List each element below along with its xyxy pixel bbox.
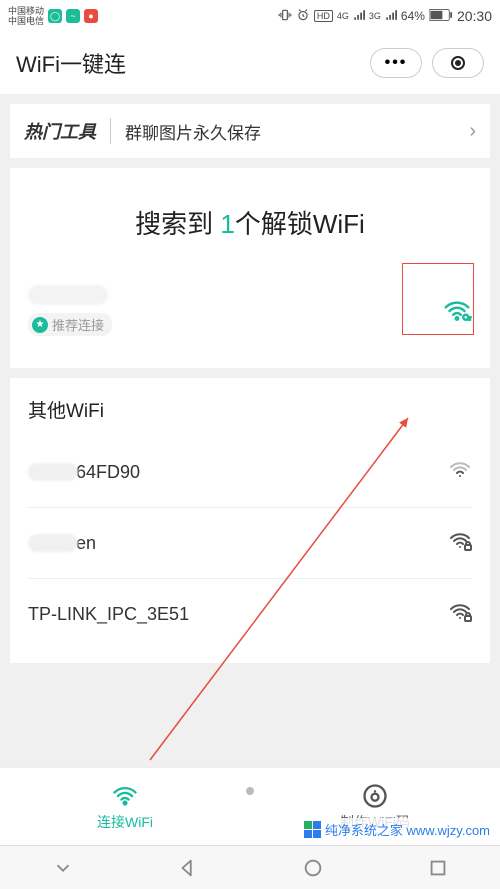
status-right: HD 4G 3G 64% 20:30 [278,8,492,25]
signal-1-icon [353,9,365,24]
carrier-labels: 中国移动 中国电信 [8,6,44,26]
promo-label: 热门工具 [24,118,111,144]
chevron-right-icon: › [469,120,476,143]
system-nav-bar [0,845,500,889]
nav-home-button[interactable] [302,857,324,879]
nav-back-button[interactable] [177,857,199,879]
header-actions: ••• [370,48,484,78]
page-indicator-dot [246,787,254,795]
more-icon: ••• [385,54,408,72]
status-left: 中国移动 中国电信 ◯ ~ ● [8,6,98,26]
battery-icon [429,9,453,24]
app-badge-3-icon: ● [84,9,98,23]
wifi-icon [109,782,141,810]
unlocked-wifi-item[interactable]: ★ 推荐连接 [28,281,472,350]
wifi-locked-icon [448,600,472,629]
divider [28,578,472,579]
tab-label: 连接WiFi [97,812,153,832]
other-wifi-card: 其他WiFi 64FD90 en TP-LINK_IPC_3E51 [10,378,490,663]
title-prefix: 搜索到 [135,209,220,239]
clock: 20:30 [457,8,492,24]
wifi-name: en [76,533,96,554]
more-menu-button[interactable]: ••• [370,48,422,78]
status-bar: 中国移动 中国电信 ◯ ~ ● HD 4G 3G 64% 20:30 [0,0,500,32]
app-header: WiFi一键连 ••• [0,32,500,94]
wifi-locked-icon [448,529,472,558]
alarm-icon [296,8,310,25]
recommend-label: 推荐连接 [52,315,104,334]
star-icon: ★ [32,317,48,333]
title-suffix: 个解锁WiFi [235,209,365,239]
unlocked-wifi-card: 搜索到 1个解锁WiFi ★ 推荐连接 [10,168,490,368]
wifi-name-redacted [28,285,108,305]
app-title: WiFi一键连 [16,47,126,79]
app-badge-1-icon: ◯ [48,9,62,23]
battery-percent: 64% [401,9,425,23]
unlocked-count: 1 [220,209,234,239]
net-4g: 4G [337,11,349,21]
signal-2-icon [385,9,397,24]
qrcode-icon [359,782,391,810]
tab-connect-wifi[interactable]: 连接WiFi [0,768,250,845]
carrier-2: 中国电信 [8,16,44,26]
close-miniprogram-button[interactable] [432,48,484,78]
target-icon [451,56,465,70]
search-result-title: 搜索到 1个解锁WiFi [28,204,472,241]
vibrate-icon [278,8,292,25]
recommend-badge: ★ 推荐连接 [28,313,112,336]
watermark-text: 纯净系统之家 www.wjzy.com [325,820,490,839]
nav-recent-button[interactable] [427,857,449,879]
wifi-name: 64FD90 [76,462,140,483]
wifi-row[interactable]: TP-LINK_IPC_3E51 [28,583,472,645]
net-3g: 3G [369,11,381,21]
wifi-unlocked-icon [442,296,472,326]
carrier-1: 中国移动 [8,6,44,16]
name-redacted-prefix [28,534,78,552]
divider [28,507,472,508]
watermark-logo-icon [304,821,321,838]
nav-hide-button[interactable] [52,857,74,879]
promo-card[interactable]: 热门工具 群聊图片永久保存 › [10,104,490,158]
watermark: 纯净系统之家 www.wjzy.com [300,818,494,841]
name-redacted-prefix [28,463,78,481]
other-wifi-title: 其他WiFi [28,396,472,423]
promo-text: 群聊图片永久保存 [111,119,469,144]
wifi-weak-icon [448,458,472,487]
wifi-name: TP-LINK_IPC_3E51 [28,604,189,625]
wifi-row[interactable]: 64FD90 [28,441,472,503]
app-badge-2-icon: ~ [66,9,80,23]
wifi-row[interactable]: en [28,512,472,574]
hd-badge: HD [314,10,333,22]
